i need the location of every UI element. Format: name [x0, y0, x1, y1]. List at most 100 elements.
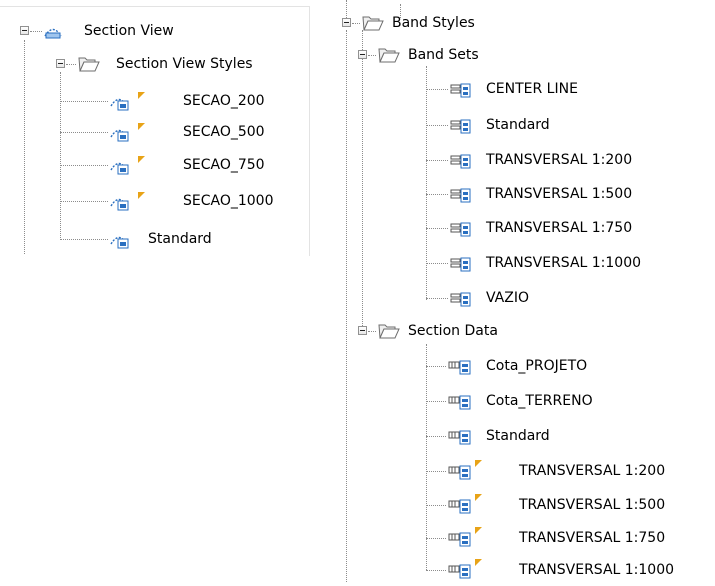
tree-item-band-set[interactable]: TRANSVERSAL 1:500 [336, 183, 706, 205]
section-view-style-icon [110, 192, 130, 219]
modified-flag-icon [475, 460, 482, 467]
section-view-styles-tree: Section View Section View Styles SECAO_2… [0, 0, 310, 582]
band-set-icon [450, 153, 472, 176]
tree-guide-line [362, 30, 363, 330]
tree-node-section-view[interactable]: Section View [0, 20, 260, 42]
modified-flag-icon [475, 494, 482, 501]
section-view-style-icon [110, 92, 130, 119]
collapse-toggle-icon[interactable] [56, 59, 65, 68]
section-data-band-icon [448, 464, 472, 487]
section-view-style-icon [110, 156, 130, 183]
band-set-icon [450, 187, 472, 210]
tree-item-band-set[interactable]: TRANSVERSAL 1:200 [336, 149, 706, 171]
tree-item-band-set[interactable]: Standard [336, 114, 706, 136]
modified-flag-icon [475, 527, 482, 534]
tree-item-label: Cota_TERRENO [486, 393, 593, 409]
tree-connector [426, 436, 446, 437]
tree-node-label: Band Styles [392, 15, 475, 31]
tree-item-label: TRANSVERSAL 1:200 [486, 152, 633, 168]
tree-item-label: CENTER LINE [486, 81, 578, 97]
section-data-band-icon [448, 394, 472, 417]
collapse-toggle-icon[interactable] [342, 18, 351, 27]
tree-connector [426, 471, 446, 472]
band-set-icon [450, 291, 472, 314]
tree-item-section-data[interactable]: TRANSVERSAL 1:500 [336, 494, 715, 516]
tree-item-section-data[interactable]: TRANSVERSAL 1:200 [336, 460, 715, 482]
tree-item-style[interactable]: SECAO_1000 [0, 190, 300, 212]
tree-item-label: TRANSVERSAL 1:1000 [486, 255, 642, 271]
section-view-icon [44, 22, 62, 47]
tree-item-label: TRANSVERSAL 1:1000 [519, 562, 675, 578]
band-set-icon [450, 221, 472, 244]
modified-flag-icon [138, 192, 145, 199]
tree-node-label: Section Data [408, 323, 498, 339]
tree-node-section-data[interactable]: Section Data [336, 320, 596, 342]
tree-item-band-set[interactable]: TRANSVERSAL 1:1000 [336, 252, 706, 274]
modified-flag-icon [138, 92, 145, 99]
tree-connector [30, 31, 42, 32]
tree-connector [426, 538, 446, 539]
tree-connector [368, 55, 376, 56]
tree-connector [352, 23, 360, 24]
tree-connector [426, 263, 448, 264]
tree-connector [426, 366, 446, 367]
tree-node-label: Band Sets [408, 47, 479, 63]
tree-connector [426, 298, 448, 299]
band-styles-tree: Band Styles Band Sets CENTER LINE Standa… [336, 0, 715, 582]
tree-item-section-data[interactable]: Cota_PROJETO [336, 355, 706, 377]
tree-node-band-sets[interactable]: Band Sets [336, 44, 596, 66]
modified-flag-icon [475, 559, 482, 566]
tree-connector [60, 239, 108, 240]
tree-node-band-styles[interactable]: Band Styles [336, 12, 596, 34]
tree-item-section-data[interactable]: TRANSVERSAL 1:750 [336, 527, 715, 549]
tree-item-label: Standard [486, 428, 550, 444]
tree-item-band-set[interactable]: CENTER LINE [336, 78, 706, 100]
tree-item-label: TRANSVERSAL 1:500 [519, 497, 666, 513]
folder-open-icon [362, 15, 384, 38]
tree-item-style[interactable]: SECAO_200 [0, 90, 300, 112]
tree-item-section-data[interactable]: Standard [336, 425, 706, 447]
tree-connector [426, 89, 448, 90]
folder-open-icon [78, 56, 100, 79]
tree-item-label: TRANSVERSAL 1:500 [486, 186, 633, 202]
tree-node-section-view-styles[interactable]: Section View Styles [0, 53, 300, 75]
tree-connector [426, 160, 448, 161]
tree-connector [426, 401, 446, 402]
tree-item-band-set[interactable]: VAZIO [336, 287, 706, 309]
collapse-toggle-icon[interactable] [358, 50, 367, 59]
tree-connector [426, 125, 448, 126]
band-set-icon [450, 118, 472, 141]
tree-node-label: Section View [84, 23, 174, 39]
folder-open-icon [378, 47, 400, 70]
section-view-style-icon [110, 230, 130, 257]
tree-item-band-set[interactable]: TRANSVERSAL 1:750 [336, 217, 706, 239]
tree-connector [66, 64, 76, 65]
tree-item-label: SECAO_750 [183, 157, 265, 173]
tree-item-section-data[interactable]: Cota_TERRENO [336, 390, 706, 412]
section-data-band-icon [448, 531, 472, 554]
tree-item-label: Standard [148, 231, 212, 247]
tree-connector [60, 132, 108, 133]
modified-flag-icon [138, 123, 145, 130]
tree-item-label: SECAO_500 [183, 124, 265, 140]
tree-connector [60, 165, 108, 166]
tree-item-label: SECAO_1000 [183, 193, 274, 209]
tree-item-style[interactable]: SECAO_750 [0, 154, 300, 176]
tree-item-label: VAZIO [486, 290, 529, 306]
tree-item-section-data[interactable]: TRANSVERSAL 1:1000 [336, 559, 715, 581]
band-set-icon [450, 82, 472, 105]
section-data-band-icon [448, 563, 472, 586]
section-data-band-icon [448, 498, 472, 521]
collapse-toggle-icon[interactable] [358, 326, 367, 335]
tree-item-label: TRANSVERSAL 1:200 [519, 463, 666, 479]
tree-item-style[interactable]: Standard [0, 228, 300, 250]
tree-connector [426, 505, 446, 506]
tree-item-label: SECAO_200 [183, 93, 265, 109]
tree-connector [368, 331, 376, 332]
tree-node-label: Section View Styles [116, 56, 253, 72]
collapse-toggle-icon[interactable] [20, 26, 29, 35]
tree-connector [426, 194, 448, 195]
tree-item-label: Standard [486, 117, 550, 133]
tree-item-style[interactable]: SECAO_500 [0, 121, 300, 143]
modified-flag-icon [138, 156, 145, 163]
